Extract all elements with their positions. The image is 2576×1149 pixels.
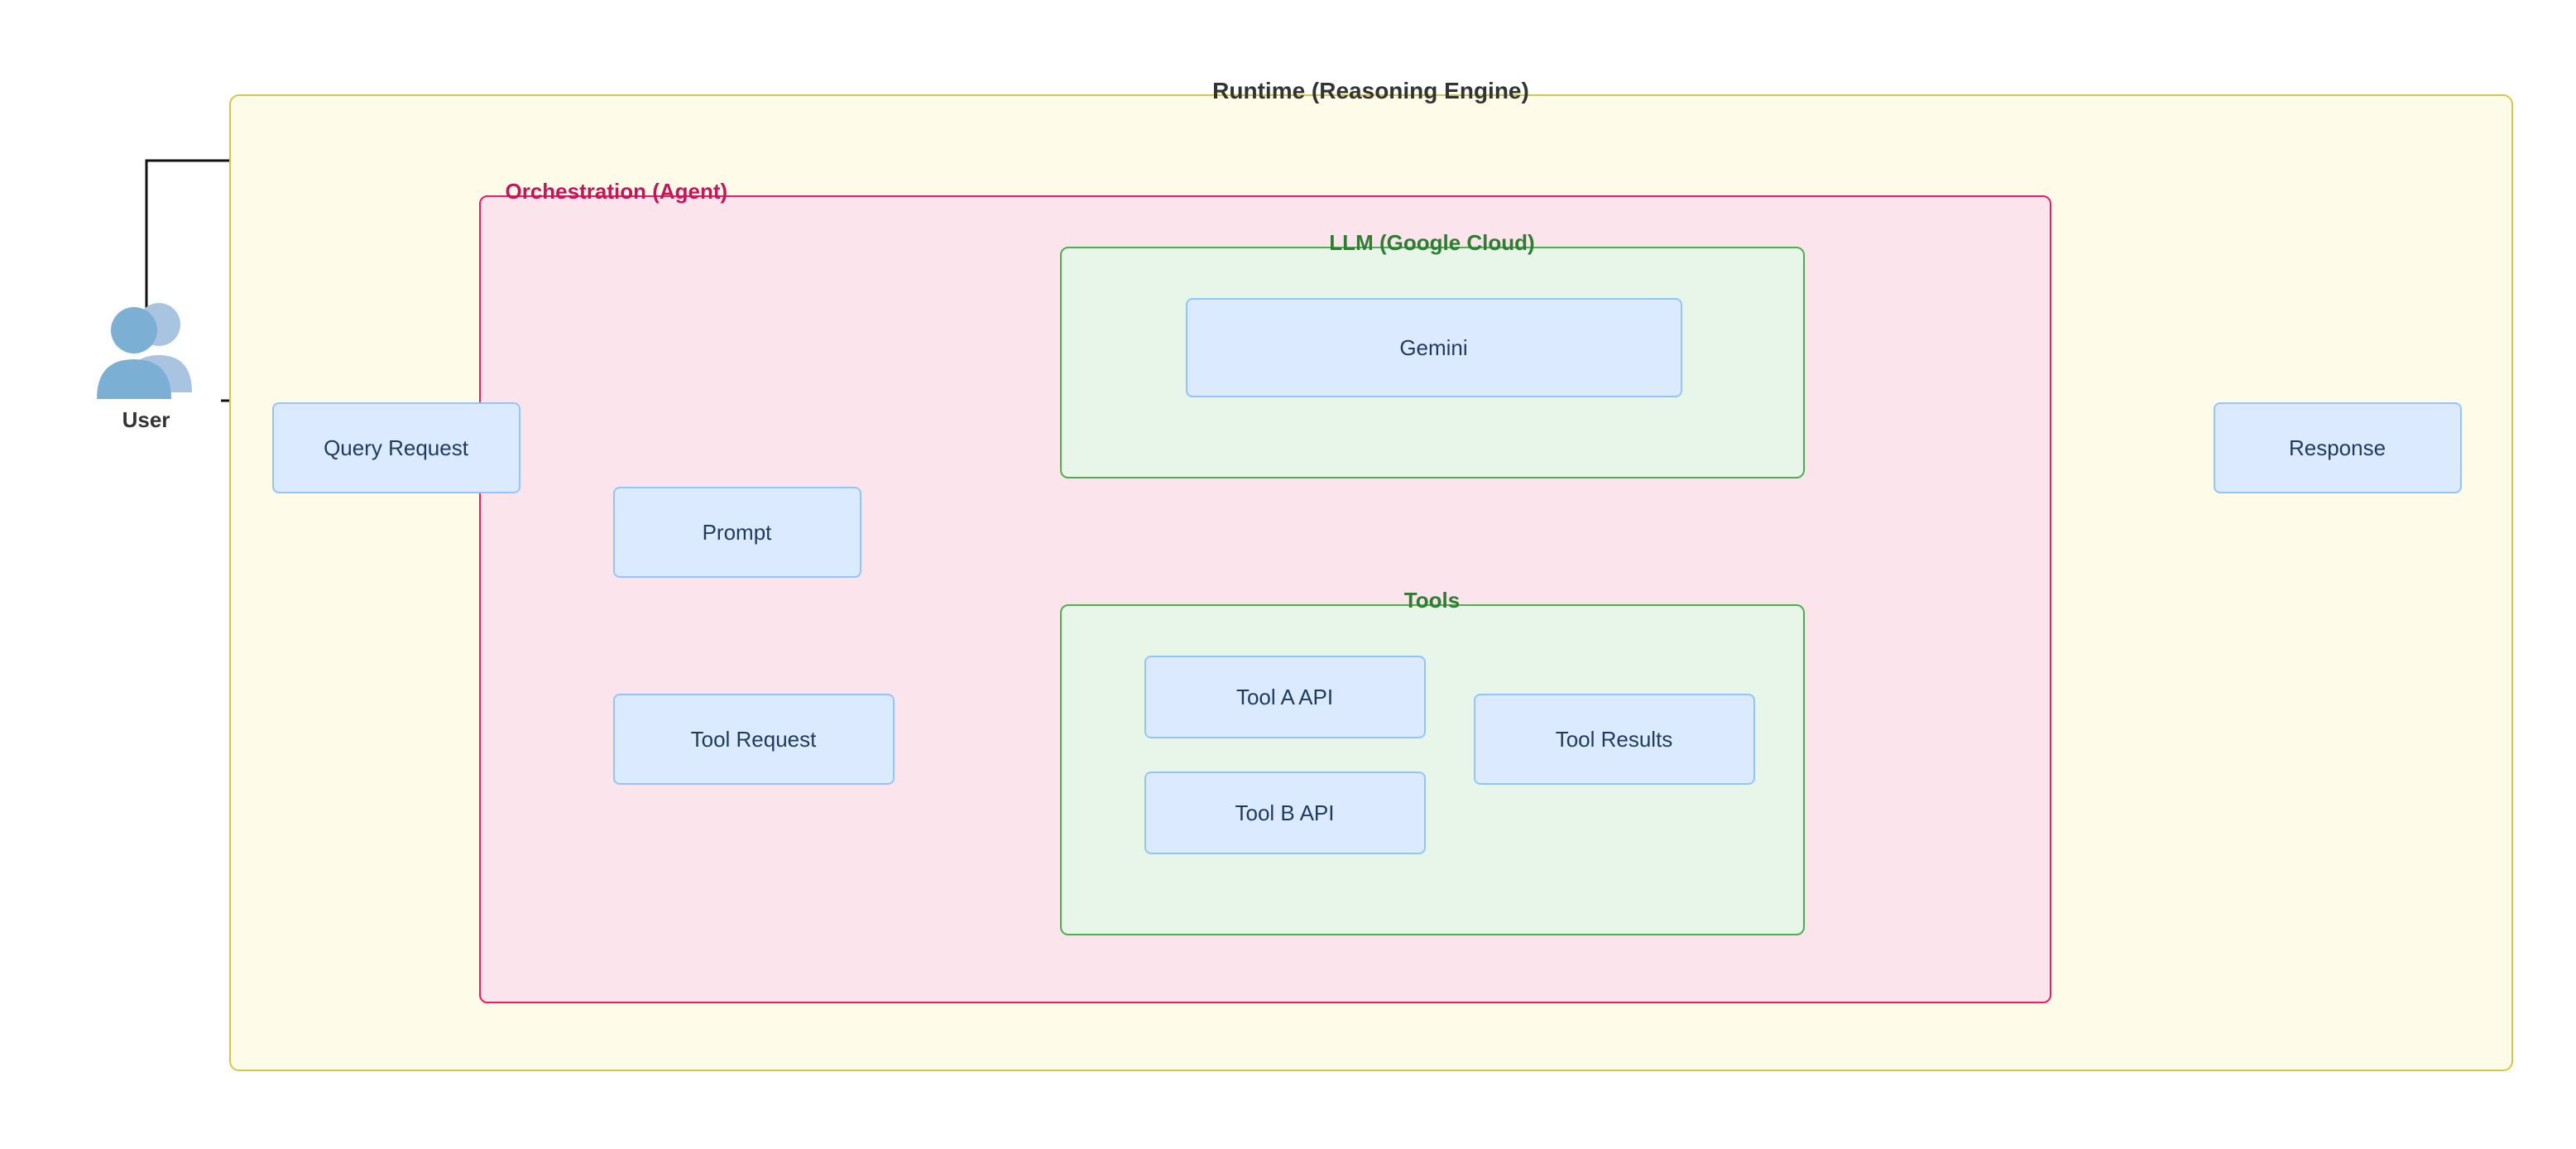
response-node: Response bbox=[2214, 402, 2462, 493]
runtime-box: Runtime (Reasoning Engine) Orchestration… bbox=[229, 94, 2513, 1071]
llm-box: LLM (Google Cloud) Gemini bbox=[1060, 247, 1805, 478]
user-icon bbox=[89, 293, 204, 401]
runtime-label: Runtime (Reasoning Engine) bbox=[1212, 78, 1529, 104]
user-label: User bbox=[122, 407, 170, 433]
query-request-node: Query Request bbox=[272, 402, 520, 493]
gemini-node: Gemini bbox=[1186, 298, 1682, 397]
orchestration-label: Orchestration (Agent) bbox=[506, 179, 728, 204]
user-area: User bbox=[72, 293, 221, 433]
orchestration-box: Orchestration (Agent) LLM (Google Cloud)… bbox=[479, 195, 2051, 1003]
tool-results-node: Tool Results bbox=[1474, 694, 1755, 785]
prompt-node: Prompt bbox=[613, 487, 861, 578]
tool-a-node: Tool A API bbox=[1144, 656, 1426, 738]
llm-label: LLM (Google Cloud) bbox=[1329, 230, 1534, 256]
tool-b-node: Tool B API bbox=[1144, 772, 1426, 854]
tool-request-node: Tool Request bbox=[613, 694, 895, 785]
tools-label: Tools bbox=[1404, 588, 1460, 613]
